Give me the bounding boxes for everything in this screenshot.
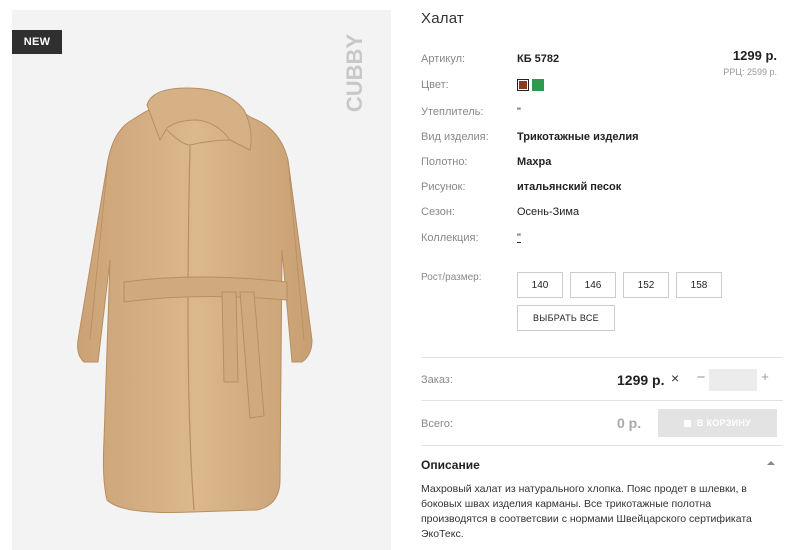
robe-illustration: [77, 87, 313, 513]
attr-fabric: Полотно: Махра: [421, 154, 551, 170]
chevron-up-icon[interactable]: [766, 458, 776, 468]
attr-product-type: Вид изделия: Трикотажные изделия: [421, 129, 639, 145]
divider: [421, 400, 783, 401]
size-button-152[interactable]: 152: [623, 272, 669, 298]
size-label: Рост/размер:: [421, 272, 482, 283]
attr-label: Коллекция:: [421, 232, 479, 244]
quantity-input[interactable]: [709, 369, 757, 391]
attr-insulation: Утеплитель: ": [421, 104, 521, 120]
attr-label: Вид изделия:: [421, 131, 489, 143]
recommended-price: РРЦ: 2599 р.: [723, 67, 777, 77]
add-to-cart-label: В КОРЗИНУ: [696, 418, 752, 428]
size-button-146[interactable]: 146: [570, 272, 616, 298]
svg-text:CUBBY: CUBBY: [345, 34, 367, 113]
multiply-icon: ×: [671, 370, 680, 386]
product-title: Халат: [421, 10, 464, 27]
attr-label: Сезон:: [421, 206, 455, 218]
product-image[interactable]: NEW CUBBY: [12, 10, 391, 550]
attr-season: Сезон: Осень-Зима: [421, 204, 579, 220]
total-label: Всего:: [421, 418, 453, 430]
attr-label: Утеплитель:: [421, 106, 484, 118]
color-swatch-green[interactable]: [532, 79, 544, 92]
size-button-140[interactable]: 140: [517, 272, 563, 298]
attr-value: КБ 5782: [517, 53, 560, 65]
attr-article: Артикул: КБ 5782: [421, 51, 559, 67]
order-label: Заказ:: [421, 374, 453, 386]
divider: [421, 357, 783, 358]
color-swatches: [517, 79, 547, 92]
attr-value: ": [517, 106, 521, 118]
attr-label: Полотно:: [421, 156, 468, 168]
add-to-cart-button[interactable]: В КОРЗИНУ: [658, 409, 777, 437]
order-price: 1299 р.: [617, 372, 665, 388]
description-title[interactable]: Описание: [421, 458, 480, 472]
total-value: 0 р.: [617, 415, 642, 431]
attr-pattern: Рисунок: итальянский песок: [421, 179, 621, 195]
color-swatch-brown[interactable]: [517, 79, 529, 92]
attr-color: Цвет:: [421, 77, 547, 93]
attr-value: Осень-Зима: [517, 206, 580, 218]
attr-value: Трикотажные изделия: [517, 131, 639, 143]
attr-collection: Коллекция: ": [421, 230, 521, 246]
cart-icon: [683, 419, 691, 427]
attr-value: Махра: [517, 156, 552, 168]
product-info: Халат 1299 р. РРЦ: 2599 р. Артикул: КБ 5…: [421, 0, 791, 550]
size-button-158[interactable]: 158: [676, 272, 722, 298]
divider: [421, 445, 783, 446]
attr-value: итальянский песок: [517, 181, 622, 193]
quantity-increase-button[interactable]: +: [759, 369, 771, 384]
new-badge: NEW: [12, 30, 62, 54]
attr-label: Артикул:: [421, 53, 466, 65]
description-text: Махровый халат из натурального хлопка. П…: [421, 483, 752, 540]
product-price: 1299 р.: [732, 48, 777, 63]
select-all-button[interactable]: ВЫБРАТЬ ВСЕ: [517, 305, 615, 331]
quantity-decrease-button[interactable]: −: [695, 369, 707, 386]
brand-logo: CUBBY: [345, 34, 367, 113]
attr-label: Рисунок:: [421, 181, 466, 193]
attr-label: Цвет:: [421, 79, 449, 91]
attr-value[interactable]: ": [517, 232, 521, 244]
